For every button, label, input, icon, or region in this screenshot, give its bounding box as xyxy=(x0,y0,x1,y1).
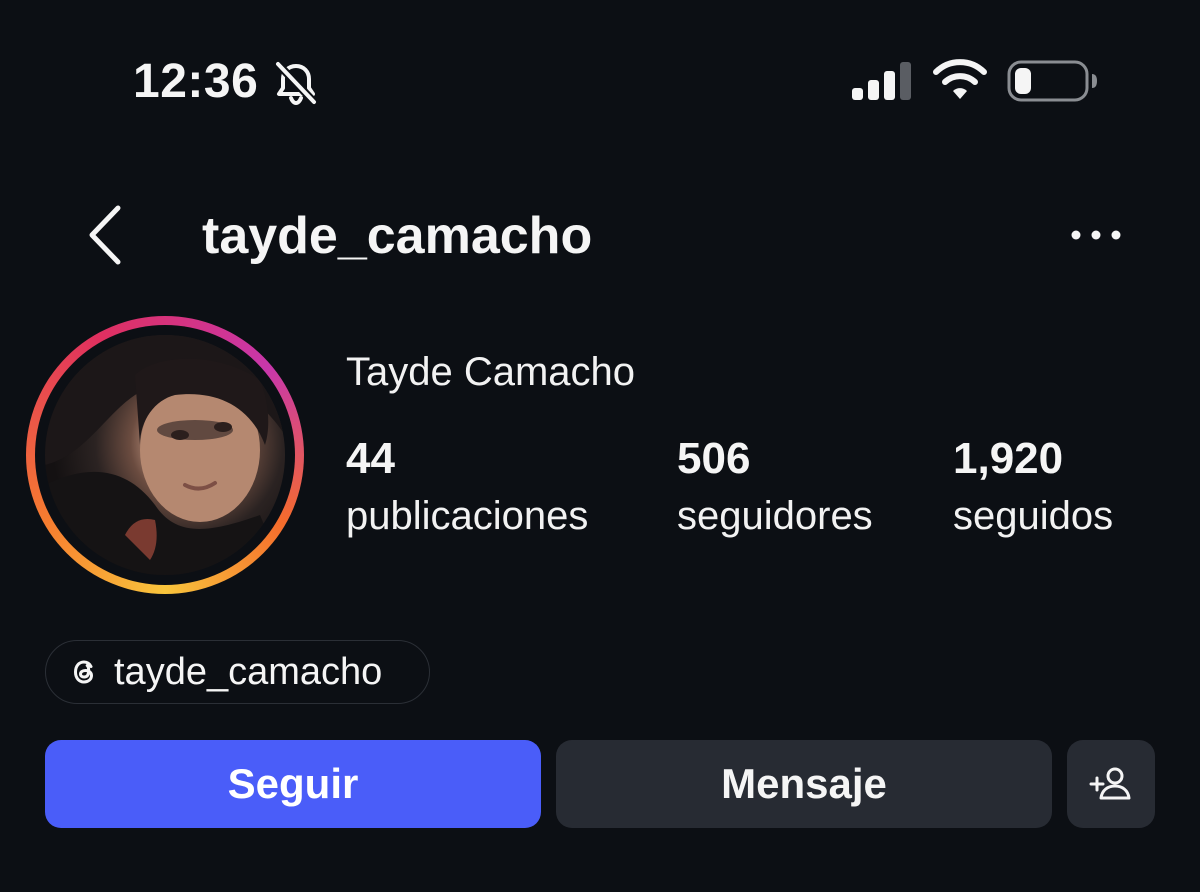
cellular-signal-icon xyxy=(852,62,911,100)
stat-following[interactable]: 1,920 seguidos xyxy=(953,432,1113,542)
avatar-photo xyxy=(45,335,285,575)
follow-button-label: Seguir xyxy=(227,760,359,807)
stat-posts[interactable]: 44 publicaciones xyxy=(346,432,588,542)
threads-handle: tayde_camacho xyxy=(114,651,383,693)
message-button-label: Mensaje xyxy=(721,760,887,807)
avatar-story-ring[interactable] xyxy=(26,316,304,594)
threads-icon xyxy=(73,660,94,684)
stat-posts-count: 44 xyxy=(346,434,395,483)
bell-slash-icon xyxy=(275,61,317,106)
wifi-icon xyxy=(933,59,987,99)
status-time: 12:36 xyxy=(133,55,259,108)
display-name: Tayde Camacho xyxy=(346,350,636,394)
ellipsis-icon[interactable] xyxy=(1068,220,1124,250)
battery-icon xyxy=(1007,60,1097,102)
follow-button[interactable]: Seguir xyxy=(45,740,541,828)
stat-followers-count: 506 xyxy=(677,434,751,483)
stat-following-count: 1,920 xyxy=(953,434,1064,483)
message-button[interactable]: Mensaje xyxy=(556,740,1052,828)
threads-link-chip[interactable]: tayde_camacho xyxy=(45,640,430,704)
stat-following-label: seguidos xyxy=(953,494,1114,538)
profile-username: tayde_camacho xyxy=(202,207,593,265)
avatar xyxy=(45,335,285,575)
stat-followers[interactable]: 506 seguidores xyxy=(677,432,873,542)
stat-followers-label: seguidores xyxy=(677,494,873,538)
suggested-accounts-button[interactable] xyxy=(1067,740,1155,828)
person-add-icon xyxy=(1089,767,1131,800)
stat-posts-label: publicaciones xyxy=(346,494,589,538)
chevron-left-icon[interactable] xyxy=(82,200,132,270)
